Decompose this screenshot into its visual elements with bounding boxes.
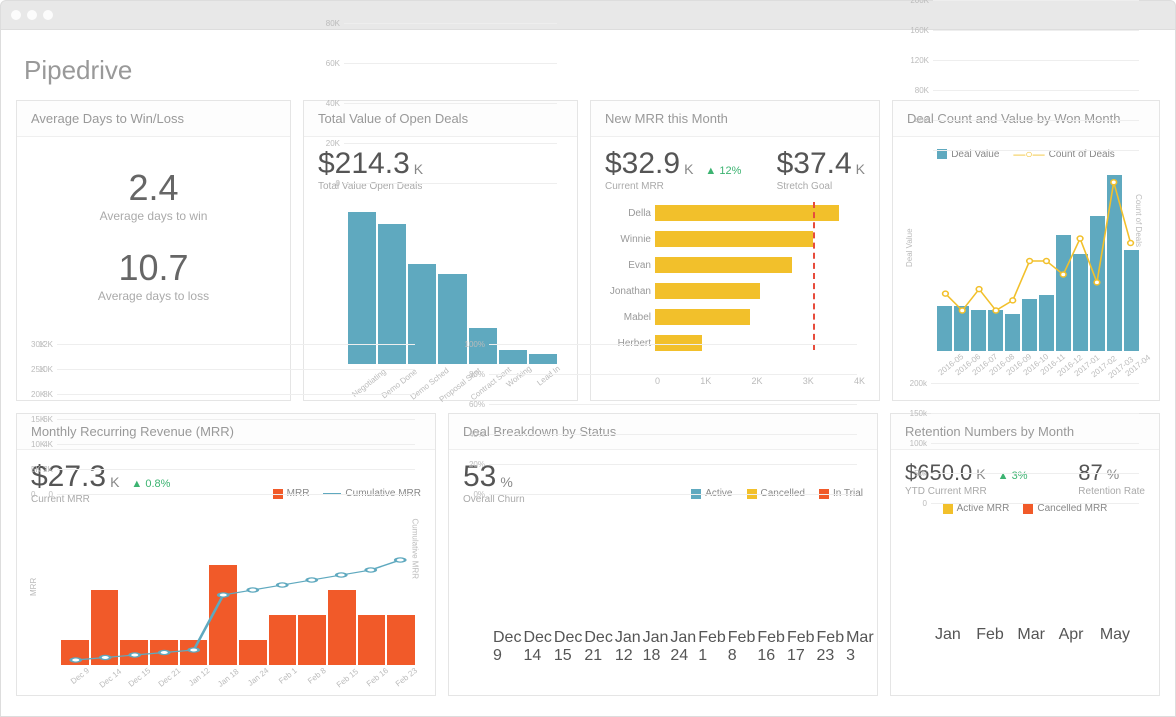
- kpi-suffix: K: [414, 161, 423, 177]
- avg-win-value: 2.4: [31, 167, 276, 209]
- window-titlebar: [0, 0, 1176, 30]
- y-axis-label: Deal Value: [905, 228, 914, 267]
- card-retention[interactable]: Retention Numbers by Month $650.0 K ▲ 3%…: [890, 413, 1160, 696]
- card-title: New MRR this Month: [591, 101, 879, 137]
- card-deal-count-value[interactable]: Deal Count and Value by Won Month Deal V…: [892, 100, 1160, 401]
- kpi-label: Current MRR: [605, 181, 741, 192]
- deal-breakdown-chart: 0%20%40%60%80%100% Dec 9Dec 14Dec 15Dec …: [463, 511, 863, 681]
- trend-up-icon: ▲ 12%: [705, 165, 741, 177]
- card-title: Total Value of Open Deals: [304, 101, 577, 137]
- trend-up-icon: ▲ 0.8%: [131, 478, 170, 490]
- kpi-suffix: K: [976, 466, 985, 482]
- stretch-goal-kpi: $37.4: [777, 147, 852, 181]
- kpi-label: Retention Rate: [1078, 486, 1145, 497]
- card-title: Average Days to Win/Loss: [17, 101, 290, 137]
- mrr-chart: MRR Cumulative MRR 002K5K4K10K6K15K8K20K…: [31, 511, 421, 681]
- kpi-suffix: %: [1107, 466, 1119, 482]
- kpi-suffix: K: [684, 161, 693, 177]
- kpi-suffix: %: [500, 474, 512, 490]
- reference-line: [813, 202, 815, 350]
- kpi-suffix: K: [856, 161, 865, 177]
- open-deals-chart: 020K40K60K80K NegotiatingDemo DoneDemo S…: [318, 200, 563, 380]
- y-axis-label: MRR: [29, 578, 38, 596]
- trend-up-icon: ▲ 3%: [998, 470, 1028, 482]
- card-new-mrr[interactable]: New MRR this Month $32.9 K ▲ 12% Current…: [590, 100, 880, 401]
- avg-loss-label: Average days to loss: [31, 289, 276, 303]
- dashboard-viewport: Pipedrive Average Days to Win/Loss 2.4 A…: [0, 30, 1176, 717]
- new-mrr-current-kpi: $32.9: [605, 147, 680, 181]
- legend-item: Active MRR: [943, 503, 1010, 514]
- new-mrr-chart: DellaWinnieEvanJonathanMabelHerbert: [605, 202, 865, 372]
- traffic-light-dot: [27, 10, 37, 20]
- kpi-label: YTD Current MRR: [905, 486, 1027, 497]
- card-title: Retention Numbers by Month: [891, 414, 1159, 450]
- card-title: Deal Breakdown by Status: [449, 414, 877, 450]
- kpi-suffix: K: [110, 474, 119, 490]
- card-title: Deal Count and Value by Won Month: [893, 101, 1159, 137]
- deal-count-value-chart: Deal Value Count of Deals 40K80K120K160K…: [907, 167, 1145, 367]
- card-deal-breakdown[interactable]: Deal Breakdown by Status 53 % Overall Ch…: [448, 413, 878, 696]
- retention-chart: 050k100k150k200k JanFebMarAprMay: [905, 520, 1145, 660]
- card-avg-days[interactable]: Average Days to Win/Loss 2.4 Average day…: [16, 100, 291, 401]
- traffic-light-dot: [43, 10, 53, 20]
- card-mrr[interactable]: Monthly Recurring Revenue (MRR) $27.3 K …: [16, 413, 436, 696]
- avg-win-label: Average days to win: [31, 209, 276, 223]
- open-deals-kpi: $214.3: [318, 147, 410, 181]
- traffic-light-dot: [11, 10, 21, 20]
- kpi-label: Stretch Goal: [777, 181, 865, 192]
- card-open-deals[interactable]: Total Value of Open Deals $214.3 K Total…: [303, 100, 578, 401]
- legend-item: Cancelled MRR: [1023, 503, 1107, 514]
- avg-loss-value: 10.7: [31, 247, 276, 289]
